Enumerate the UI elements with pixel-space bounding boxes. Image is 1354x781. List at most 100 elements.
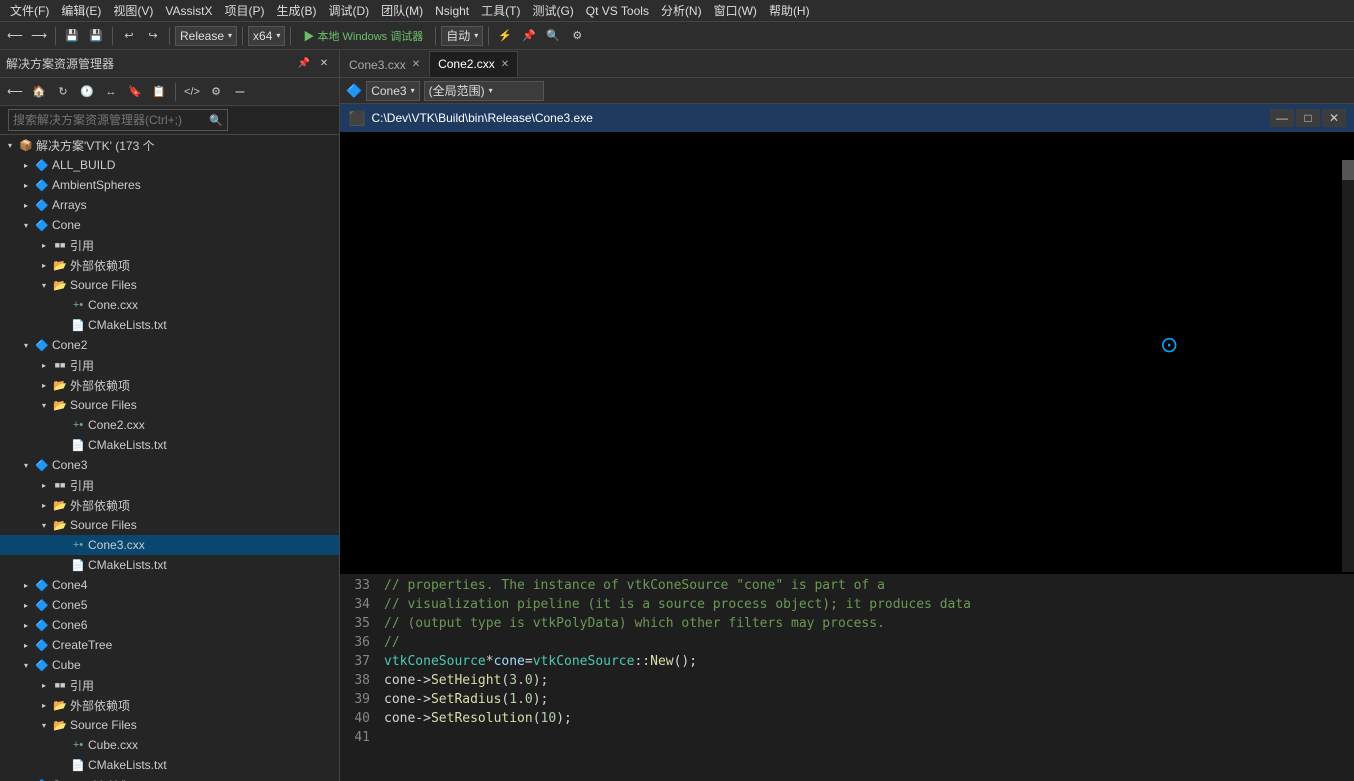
- tree-item-cone5[interactable]: 🔷 Cone5: [0, 595, 339, 615]
- tree-item-cone-cxx[interactable]: +• Cone.cxx: [0, 295, 339, 315]
- tab-bar: Cone3.cxx ✕ Cone2.cxx ✕: [340, 50, 1354, 78]
- tab-cone3[interactable]: Cone3.cxx ✕: [340, 51, 429, 77]
- tree-item-cone2-cxx[interactable]: +• Cone2.cxx: [0, 415, 339, 435]
- menu-team[interactable]: 团队(M): [375, 0, 429, 21]
- auto-dropdown[interactable]: 自动 ▾: [441, 26, 483, 46]
- menu-test[interactable]: 测试(G): [526, 0, 579, 21]
- solution-explorer-panel: 解决方案资源管理器 📌 ✕ ⟵ 🏠 ↻ 🕐 ↔ 🔖 📋 </> ⚙ – 🔍: [0, 50, 340, 781]
- console-minimize-btn[interactable]: —: [1270, 109, 1294, 127]
- platform-dropdown[interactable]: x64 ▾: [248, 26, 285, 46]
- tree-item-cone2-ext[interactable]: 📂 外部依赖项: [0, 375, 339, 395]
- panel-home-btn[interactable]: 🏠: [28, 81, 50, 103]
- editor-file-dropdown[interactable]: Cone3 ▾: [366, 81, 419, 101]
- tree-item-cube-refs[interactable]: ■■ 引用: [0, 675, 339, 695]
- code-editor[interactable]: 333435363738394041 // properties. The in…: [340, 574, 1354, 781]
- tree-item-cone-refs[interactable]: ■■ 引用: [0, 235, 339, 255]
- tree-item-cone3-refs[interactable]: ■■ 引用: [0, 475, 339, 495]
- panel-copy-btn[interactable]: 📋: [148, 81, 170, 103]
- menu-analyze[interactable]: 分析(N): [655, 0, 708, 21]
- console-maximize-btn[interactable]: □: [1296, 109, 1320, 127]
- tree-item-arrays[interactable]: 🔷 Arrays: [0, 195, 339, 215]
- tree-item-cone3-ext[interactable]: 📂 外部依赖项: [0, 495, 339, 515]
- toolbar-icon-4[interactable]: ⚙: [566, 25, 588, 47]
- menu-debug[interactable]: 调试(D): [322, 0, 375, 21]
- toolbar-save[interactable]: 💾: [61, 25, 83, 47]
- toolbar-undo[interactable]: ↩: [118, 25, 140, 47]
- cone-ext-arrow: [36, 257, 52, 273]
- tree-item-customlinkview[interactable]: 🔷 CustomLinkView: [0, 775, 339, 781]
- menu-view[interactable]: 视图(V): [107, 0, 159, 21]
- toolbar-icon-2[interactable]: 📌: [518, 25, 540, 47]
- code-content[interactable]: // properties. The instance of vtkConeSo…: [376, 574, 1354, 781]
- panel-close-btn[interactable]: ✕: [315, 55, 333, 73]
- tree-item-cone-ext[interactable]: 📂 外部依赖项: [0, 255, 339, 275]
- menu-window[interactable]: 窗口(W): [708, 0, 763, 21]
- menu-project[interactable]: 项目(P): [218, 0, 270, 21]
- toolbar-back[interactable]: ⟵: [4, 25, 26, 47]
- menu-tools[interactable]: 工具(T): [475, 0, 526, 21]
- toolbar-redo[interactable]: ↪: [142, 25, 164, 47]
- search-input[interactable]: [13, 113, 203, 127]
- solution-root[interactable]: 📦 解决方案'VTK' (173 个: [0, 135, 339, 155]
- cone-cxx-label: Cone.cxx: [88, 298, 335, 312]
- panel-minus-btn[interactable]: –: [229, 81, 251, 103]
- tree-item-cone2-cmake[interactable]: 📄 CMakeLists.txt: [0, 435, 339, 455]
- menu-file[interactable]: 文件(F): [4, 0, 55, 21]
- tree-item-cube-src[interactable]: 📂 Source Files: [0, 715, 339, 735]
- panel-pin-btn[interactable]: 📌: [295, 55, 313, 73]
- toolbar-save2[interactable]: 💾: [85, 25, 107, 47]
- tree-item-cone[interactable]: 🔷 Cone: [0, 215, 339, 235]
- tab-cone2-close[interactable]: ✕: [501, 59, 509, 70]
- tree-item-cone3-cxx[interactable]: +• Cone3.cxx: [0, 535, 339, 555]
- tree-item-cone2[interactable]: 🔷 Cone2: [0, 335, 339, 355]
- cone3-cmake-arrow: [54, 557, 70, 573]
- panel-code-btn[interactable]: </>: [181, 81, 203, 103]
- toolbar-sep-7: [488, 27, 489, 45]
- panel-refresh-btn[interactable]: ↻: [52, 81, 74, 103]
- tree-item-cone-src[interactable]: 📂 Source Files: [0, 275, 339, 295]
- customlinkview-icon: 🔷: [34, 777, 50, 781]
- panel-history-btn[interactable]: 🕐: [76, 81, 98, 103]
- tree-item-cone-cmake[interactable]: 📄 CMakeLists.txt: [0, 315, 339, 335]
- allbuild-arrow: [18, 157, 34, 173]
- editor-scope-dropdown[interactable]: (全局范围) ▾: [424, 81, 544, 101]
- tree-item-cone3-cmake[interactable]: 📄 CMakeLists.txt: [0, 555, 339, 575]
- console-close-btn[interactable]: ✕: [1322, 109, 1346, 127]
- tree-item-cone2-src[interactable]: 📂 Source Files: [0, 395, 339, 415]
- console-scrollbar-thumb[interactable]: [1342, 160, 1354, 180]
- tree-item-ambientspheres[interactable]: 🔷 AmbientSpheres: [0, 175, 339, 195]
- tab-cone2[interactable]: Cone2.cxx ✕: [429, 51, 518, 77]
- panel-sync-btn[interactable]: ↔: [100, 81, 122, 103]
- menu-nsight[interactable]: Nsight: [429, 2, 475, 20]
- panel-bookmark-btn[interactable]: 🔖: [124, 81, 146, 103]
- toolbar-icon-3[interactable]: 🔍: [542, 25, 564, 47]
- console-scrollbar[interactable]: [1342, 160, 1354, 572]
- menu-edit[interactable]: 编辑(E): [55, 0, 107, 21]
- tree-item-cone6[interactable]: 🔷 Cone6: [0, 615, 339, 635]
- tree-item-cube-cmake[interactable]: 📄 CMakeLists.txt: [0, 755, 339, 775]
- menu-vassistx[interactable]: VAssistX: [159, 2, 218, 20]
- tree-item-cube-cxx[interactable]: +• Cube.cxx: [0, 735, 339, 755]
- cone3-cmake-label: CMakeLists.txt: [88, 558, 335, 572]
- tree-item-cone4[interactable]: 🔷 Cone4: [0, 575, 339, 595]
- menu-help[interactable]: 帮助(H): [763, 0, 816, 21]
- search-container: 🔍: [0, 106, 339, 135]
- config-dropdown[interactable]: Release ▾: [175, 26, 237, 46]
- menu-build[interactable]: 生成(B): [270, 0, 322, 21]
- tree-item-cone3-src[interactable]: 📂 Source Files: [0, 515, 339, 535]
- toolbar-fwd[interactable]: ⟶: [28, 25, 50, 47]
- tree-item-cube[interactable]: 🔷 Cube: [0, 655, 339, 675]
- menu-qtvs[interactable]: Qt VS Tools: [580, 2, 655, 20]
- tree-item-createtree[interactable]: 🔷 CreateTree: [0, 635, 339, 655]
- run-button[interactable]: ▶ 本地 Windows 调试器: [296, 25, 430, 47]
- tree-item-cube-ext[interactable]: 📂 外部依赖项: [0, 695, 339, 715]
- tab-cone3-close[interactable]: ✕: [412, 59, 420, 70]
- tree-item-cone3[interactable]: 🔷 Cone3: [0, 455, 339, 475]
- tree-item-allbuild[interactable]: 🔷 ALL_BUILD: [0, 155, 339, 175]
- panel-settings-btn[interactable]: ⚙: [205, 81, 227, 103]
- createtree-label: CreateTree: [52, 638, 335, 652]
- toolbar-icon-1[interactable]: ⚡: [494, 25, 516, 47]
- panel-back-btn[interactable]: ⟵: [4, 81, 26, 103]
- search-icon[interactable]: 🔍: [209, 114, 223, 127]
- tree-item-cone2-refs[interactable]: ■■ 引用: [0, 355, 339, 375]
